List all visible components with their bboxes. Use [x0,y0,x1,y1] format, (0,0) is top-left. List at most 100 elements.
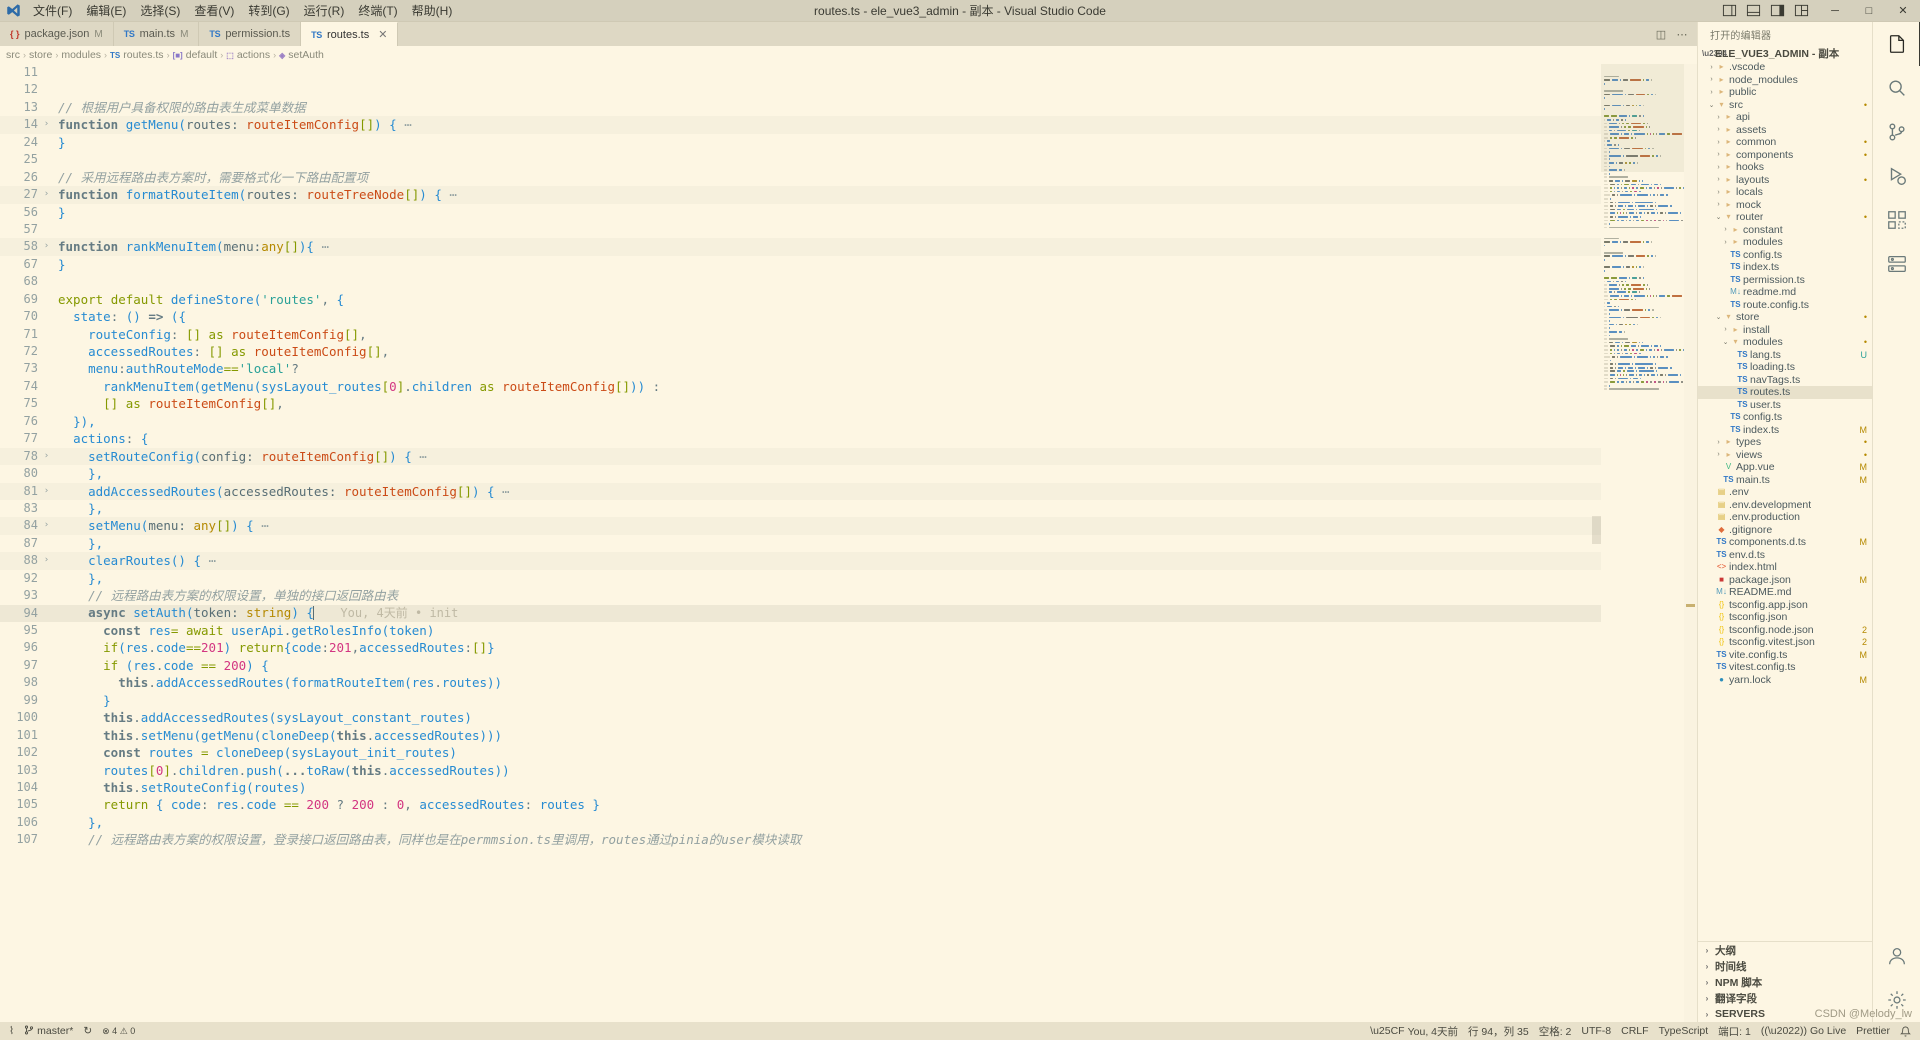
code-line[interactable]: 95 const res= await userApi.getRolesInfo… [0,622,1601,639]
extensions-icon[interactable] [1873,198,1920,242]
line-number[interactable]: 94 [0,605,41,622]
tree-file-tsconfig-app-json[interactable]: {} tsconfig.app.json [1698,599,1872,612]
breadcrumb-item-routes-ts[interactable]: TS routes.ts [110,49,164,61]
line-number[interactable]: 84 [0,517,41,534]
tree-folder-src[interactable]: ⌄ ▾ src • [1698,99,1872,112]
status-eol[interactable]: CRLF [1616,1022,1653,1040]
line-number[interactable]: 78 [0,448,41,465]
chevron-right-icon[interactable]: › [1721,226,1730,233]
code-line[interactable]: 97 if (res.code == 200) { [0,657,1601,674]
tab-bar-actions[interactable]: ◫ ⋯ [1652,22,1697,46]
tree-folder-layouts[interactable]: › ▸ layouts • [1698,174,1872,187]
run-debug-icon[interactable] [1873,154,1920,198]
line-number[interactable]: 88 [0,552,41,569]
line-number[interactable]: 80 [0,465,41,482]
line-number[interactable]: 71 [0,326,41,343]
tree-file-components-d-ts[interactable]: TS components.d.ts M [1698,536,1872,549]
tree-folder-common[interactable]: › ▸ common • [1698,136,1872,149]
code-line[interactable]: 72 accessedRoutes: [] as routeItemConfig… [0,343,1601,360]
line-number[interactable]: 13 [0,99,41,116]
code-line[interactable]: 81 › addAccessedRoutes(accessedRoutes: ro… [0,482,1601,500]
status-notifications-bell-icon[interactable] [1895,1022,1916,1040]
tree-file--env-development[interactable]: ▤ .env.development [1698,499,1872,512]
code-line[interactable]: 105 return { code: res.code == 200 ? 200… [0,796,1601,813]
status-language-mode[interactable]: TypeScript [1654,1022,1714,1040]
status-branch[interactable]: master* [19,1022,78,1040]
file-tree[interactable]: › ▸ .vscode › ▸ node_modules › ▸ public ⌄ ▾ src • › ▸ a… [1698,61,1872,941]
tree-folder-hooks[interactable]: › ▸ hooks [1698,161,1872,174]
code-line[interactable]: 104 this.setRouteConfig(routes) [0,779,1601,796]
code-line[interactable]: 75 [] as routeItemConfig[], [0,395,1601,412]
breadcrumb-item-src[interactable]: src [6,49,20,61]
more-actions-icon[interactable]: ⋯ [1673,25,1691,43]
code-line[interactable]: 102 const routes = cloneDeep(sysLayout_i… [0,744,1601,761]
line-number[interactable]: 95 [0,622,41,639]
code-line[interactable]: 68 [0,273,1601,290]
tree-file-route-config-ts[interactable]: TS route.config.ts [1698,299,1872,312]
code-line[interactable]: 107 // 远程路由表方案的权限设置，登录接口返回路由表，同样也是在permm… [0,831,1601,848]
tree-file-index-ts[interactable]: TS index.ts M [1698,424,1872,437]
sidebar-section-1[interactable]: › 时间线 [1698,958,1872,974]
breadcrumb-item-default[interactable]: [■] default [173,49,218,61]
chevron-down-icon[interactable]: ⌄ [1707,101,1716,109]
chevron-right-icon[interactable]: › [1714,439,1723,446]
code-line[interactable]: 77 actions: { [0,430,1601,447]
tree-folder-install[interactable]: › ▸ install [1698,324,1872,337]
line-number[interactable]: 107 [0,831,41,848]
tree-file-config-ts[interactable]: TS config.ts [1698,249,1872,262]
line-number[interactable]: 97 [0,657,41,674]
code-line[interactable]: 94 async setAuth(token: string) {You, 4天… [0,604,1601,622]
line-number[interactable]: 92 [0,570,41,587]
code-line[interactable]: 76 }), [0,413,1601,430]
chevron-right-icon[interactable]: › [1721,239,1730,246]
tree-folder-components[interactable]: › ▸ components • [1698,149,1872,162]
sidebar-section-2[interactable]: › NPM 脚本 [1698,974,1872,990]
line-number[interactable]: 103 [0,762,41,779]
code-line[interactable]: 93 // 远程路由表方案的权限设置，单独的接口返回路由表 [0,587,1601,604]
menu-select[interactable]: 选择(S) [133,0,187,22]
line-number[interactable]: 96 [0,639,41,656]
breadcrumb-item-store[interactable]: store [29,49,52,61]
tree-file-tsconfig-node-json[interactable]: {} tsconfig.node.json 2 [1698,624,1872,637]
code-line[interactable]: 78 › setRouteConfig(config: routeItemConf… [0,447,1601,466]
line-number[interactable]: 98 [0,674,41,691]
line-number[interactable]: 56 [0,204,41,221]
code-line[interactable]: 83 }, [0,500,1601,517]
minimize-button[interactable]: ─ [1818,0,1852,22]
code-line[interactable]: 67} [0,256,1601,273]
line-number[interactable]: 83 [0,500,41,517]
editor-tab-main-ts[interactable]: TS main.ts M [113,22,200,46]
line-number[interactable]: 12 [0,81,41,98]
tree-file-App-vue[interactable]: V App.vue M [1698,461,1872,474]
tree-file-vitest-config-ts[interactable]: TS vitest.config.ts [1698,661,1872,674]
chevron-right-icon[interactable]: › [1714,176,1723,183]
code-line[interactable]: 103 routes[0].children.push(...toRaw(thi… [0,762,1601,779]
fold-chevron-icon[interactable]: › [41,483,52,500]
status-problems[interactable]: ⊗ 4 ⚠ 0 [97,1022,140,1040]
chevron-right-icon[interactable]: › [1714,201,1723,208]
code-line[interactable]: 87 }, [0,535,1601,552]
line-number[interactable]: 57 [0,221,41,238]
code-line[interactable]: 56} [0,204,1601,221]
line-number[interactable]: 76 [0,413,41,430]
line-number[interactable]: 104 [0,779,41,796]
line-number[interactable]: 72 [0,343,41,360]
code-line[interactable]: 11 [0,64,1601,81]
tree-file-env-d-ts[interactable]: TS env.d.ts [1698,549,1872,562]
breadcrumb[interactable]: src › store › modules › TS routes.ts › [■] default… [0,46,1697,64]
chevron-down-icon[interactable]: ⌄ [1714,213,1723,221]
tree-folder-mock[interactable]: › ▸ mock [1698,199,1872,212]
menu-bar[interactable]: 文件(F) 编辑(E) 选择(S) 查看(V) 转到(G) 运行(R) 终端(T… [26,0,459,21]
code-line[interactable]: 96 if(res.code==201) return{code:201,acc… [0,639,1601,656]
line-number[interactable]: 106 [0,814,41,831]
customize-layout-icon[interactable] [1790,0,1812,22]
line-number[interactable]: 70 [0,308,41,325]
code-line[interactable]: 88 › clearRoutes() { ⋯ [0,552,1601,570]
editor-tab-package-json[interactable]: { } package.json M [0,22,114,46]
code-line[interactable]: 27 › function formatRouteItem(routes: rout… [0,186,1601,204]
close-button[interactable]: ✕ [1886,0,1920,22]
chevron-right-icon[interactable]: › [1714,126,1723,133]
tree-file-lang-ts[interactable]: TS lang.ts U [1698,349,1872,362]
code-line[interactable]: 99 } [0,692,1601,709]
line-number[interactable]: 67 [0,256,41,273]
